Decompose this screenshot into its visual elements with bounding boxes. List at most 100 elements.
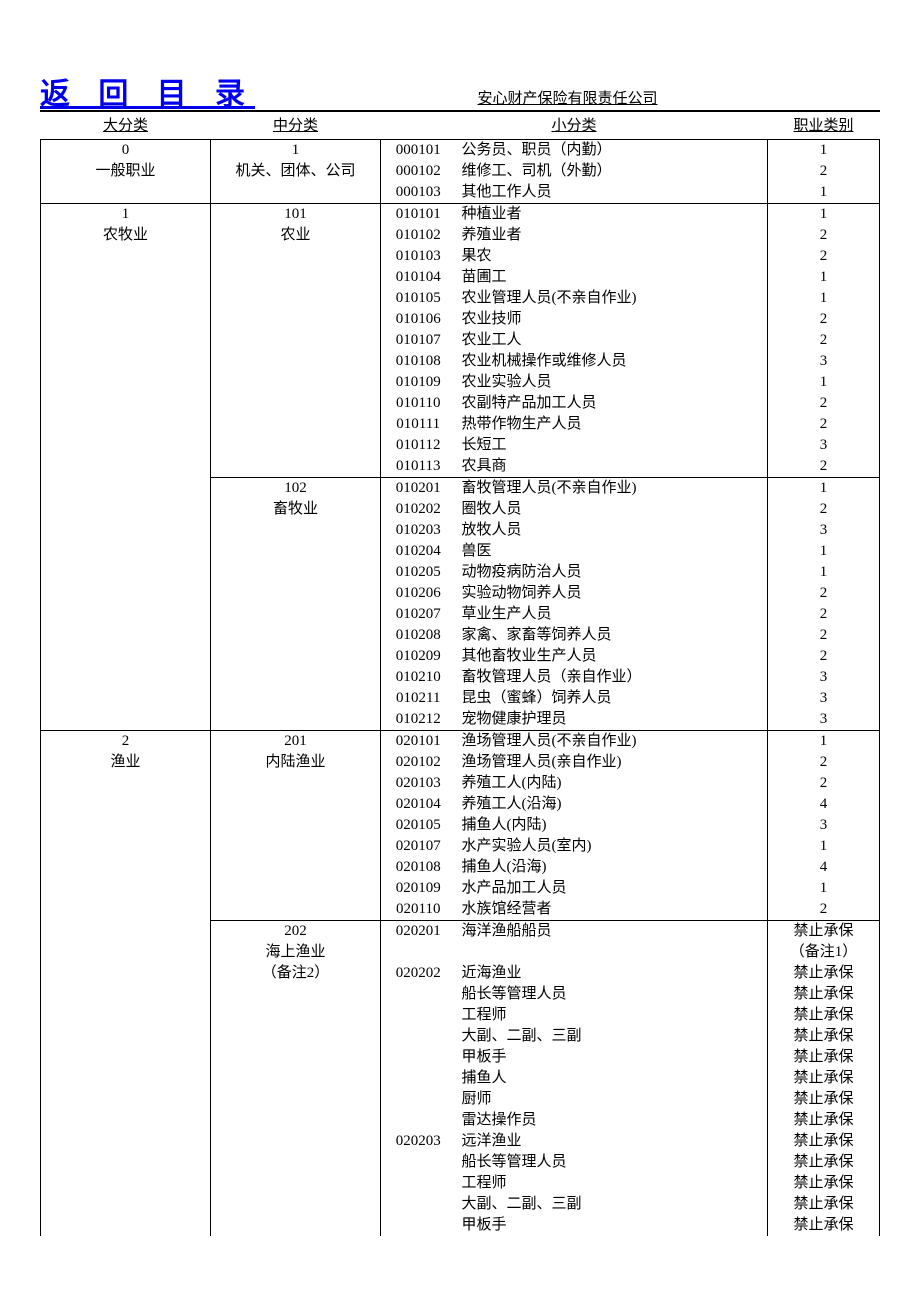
occupation-category: 禁止承保 xyxy=(768,1005,880,1026)
occupation-category: 禁止承保 xyxy=(768,1047,880,1068)
sub-name: 养殖工人(沿海) xyxy=(456,794,768,815)
sub-code xyxy=(381,1089,456,1110)
sub-name: 厨师 xyxy=(456,1089,768,1110)
sub-code: 010204 xyxy=(381,541,456,562)
sub-name: 海洋渔船船员 xyxy=(456,921,768,943)
sub-name: 家禽、家畜等饲养人员 xyxy=(456,625,768,646)
sub-code xyxy=(381,1173,456,1194)
occupation-category: 禁止承保 xyxy=(768,1110,880,1131)
sub-name: 农副特产品加工人员 xyxy=(456,393,768,414)
sub-code: 010105 xyxy=(381,288,456,309)
occupation-category: 禁止承保 xyxy=(768,1026,880,1047)
sub-name: 实验动物饲养人员 xyxy=(456,583,768,604)
sub-name: 兽医 xyxy=(456,541,768,562)
sub-name: 放牧人员 xyxy=(456,520,768,541)
sub-name: 船长等管理人员 xyxy=(456,984,768,1005)
sub-code: 010112 xyxy=(381,435,456,456)
sub-code: 020104 xyxy=(381,794,456,815)
occupation-category: 2 xyxy=(768,225,880,246)
sub-code: 010103 xyxy=(381,246,456,267)
company-name: 安心财产保险有限责任公司 xyxy=(255,87,880,110)
occupation-category: 2 xyxy=(768,499,880,520)
occupation-category: 1 xyxy=(768,182,880,204)
middle-category-cell: 201内陆渔业 xyxy=(211,731,381,921)
sub-name: 渔场管理人员(亲自作业) xyxy=(456,752,768,773)
sub-name: 宠物健康护理员 xyxy=(456,709,768,731)
occupation-category: （备注1） xyxy=(768,942,880,963)
occupation-category: 1 xyxy=(768,204,880,226)
sub-code: 010203 xyxy=(381,520,456,541)
occupation-category: 3 xyxy=(768,351,880,372)
sub-code: 010111 xyxy=(381,414,456,435)
sub-name: 工程师 xyxy=(456,1005,768,1026)
sub-code xyxy=(381,1194,456,1215)
sub-name: 畜牧管理人员(不亲自作业) xyxy=(456,478,768,500)
sub-code: 020108 xyxy=(381,857,456,878)
sub-code: 000103 xyxy=(381,182,456,204)
sub-name: 动物疫病防治人员 xyxy=(456,562,768,583)
sub-code: 020103 xyxy=(381,773,456,794)
col-middle: 中分类 xyxy=(211,112,381,140)
sub-code: 020107 xyxy=(381,836,456,857)
sub-code: 010208 xyxy=(381,625,456,646)
back-link[interactable]: 返 回 目 录 xyxy=(40,80,255,110)
sub-name: 苗圃工 xyxy=(456,267,768,288)
sub-name: 船长等管理人员 xyxy=(456,1152,768,1173)
occupation-category: 4 xyxy=(768,857,880,878)
col-major: 大分类 xyxy=(41,112,211,140)
occupation-category: 2 xyxy=(768,161,880,182)
sub-code: 020202 xyxy=(381,963,456,984)
sub-code: 010109 xyxy=(381,372,456,393)
sub-code xyxy=(381,984,456,1005)
occupation-category: 1 xyxy=(768,562,880,583)
occupation-category: 1 xyxy=(768,372,880,393)
sub-name: 其他工作人员 xyxy=(456,182,768,204)
sub-name: 甲板手 xyxy=(456,1215,768,1236)
page-header: 返 回 目 录 安心财产保险有限责任公司 xyxy=(40,80,880,112)
sub-code: 020110 xyxy=(381,899,456,921)
table-row: 1农牧业101农业010101种植业者1 xyxy=(41,204,880,226)
sub-name: 公务员、职员（内勤） xyxy=(456,140,768,162)
sub-code: 010206 xyxy=(381,583,456,604)
occupation-category: 禁止承保 xyxy=(768,1131,880,1152)
occupation-category: 禁止承保 xyxy=(768,1068,880,1089)
sub-name: 维修工、司机（外勤） xyxy=(456,161,768,182)
occupation-category: 3 xyxy=(768,667,880,688)
occupation-category: 禁止承保 xyxy=(768,963,880,984)
sub-name: 热带作物生产人员 xyxy=(456,414,768,435)
sub-code: 020101 xyxy=(381,731,456,753)
sub-code: 010201 xyxy=(381,478,456,500)
sub-name: 远洋渔业 xyxy=(456,1131,768,1152)
occupation-category: 2 xyxy=(768,773,880,794)
sub-name: 养殖业者 xyxy=(456,225,768,246)
occupation-category: 3 xyxy=(768,688,880,709)
sub-name: 养殖工人(内陆) xyxy=(456,773,768,794)
occupation-category: 4 xyxy=(768,794,880,815)
occupation-category: 禁止承保 xyxy=(768,1152,880,1173)
sub-code: 010106 xyxy=(381,309,456,330)
sub-code xyxy=(381,1068,456,1089)
sub-code: 010107 xyxy=(381,330,456,351)
sub-code: 020105 xyxy=(381,815,456,836)
sub-name: 水产品加工人员 xyxy=(456,878,768,899)
sub-name: 雷达操作员 xyxy=(456,1110,768,1131)
occupation-category: 禁止承保 xyxy=(768,921,880,943)
sub-code: 020102 xyxy=(381,752,456,773)
sub-code: 010104 xyxy=(381,267,456,288)
sub-code xyxy=(381,1215,456,1236)
occupation-category: 1 xyxy=(768,140,880,162)
sub-name: 渔场管理人员(不亲自作业) xyxy=(456,731,768,753)
sub-name: 捕鱼人(内陆) xyxy=(456,815,768,836)
table-header-row: 大分类 中分类 小分类 职业类别 xyxy=(41,112,880,140)
table-row: 0一般职业1机关、团体、公司000101公务员、职员（内勤）1 xyxy=(41,140,880,162)
occupation-category: 禁止承保 xyxy=(768,1089,880,1110)
sub-name: 捕鱼人 xyxy=(456,1068,768,1089)
occupation-category: 1 xyxy=(768,478,880,500)
occupation-category: 2 xyxy=(768,393,880,414)
middle-category-cell: 1机关、团体、公司 xyxy=(211,140,381,204)
sub-name: 甲板手 xyxy=(456,1047,768,1068)
sub-code: 010211 xyxy=(381,688,456,709)
occupation-category: 3 xyxy=(768,520,880,541)
occupation-category: 2 xyxy=(768,646,880,667)
col-cat: 职业类别 xyxy=(768,112,880,140)
